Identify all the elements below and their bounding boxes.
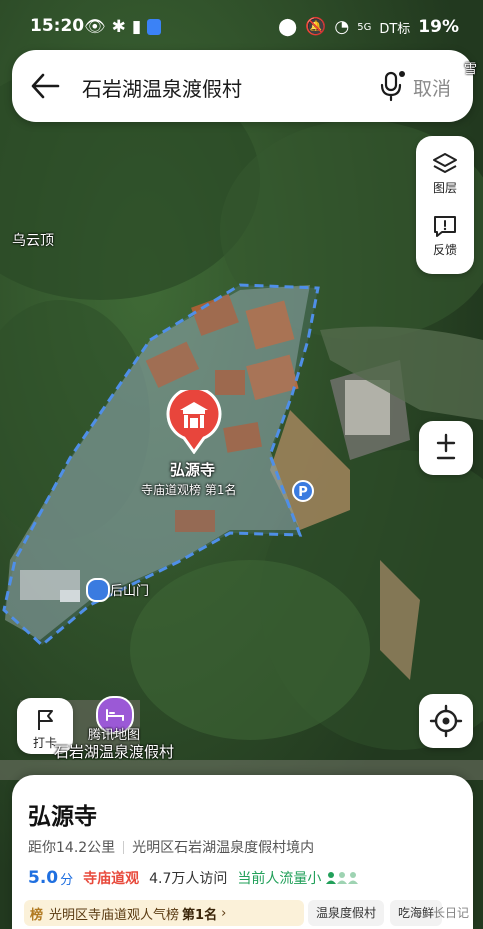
mute-icon: 🔕 [305, 17, 327, 37]
crosshair-icon [429, 704, 463, 738]
cancel-button[interactable]: 取消 [413, 74, 451, 101]
layers-button[interactable]: 图层 [416, 152, 474, 196]
divider [123, 840, 125, 854]
layers-icon [433, 153, 457, 173]
back-gate-icon[interactable] [86, 578, 110, 602]
carrier-overlay: DT标 [379, 21, 411, 37]
flag-icon [38, 710, 53, 730]
poi-crowd-status: 当前人流量小 [237, 871, 322, 887]
poi-stats-row: 5.0 分 寺庙道观 4.7万人访问 当前人流量小 [28, 868, 359, 888]
poi-distance: 距你14.2公里 [28, 840, 116, 856]
bluetooth-icon: ✱ [111, 17, 126, 37]
poi-visits: 4.7万人访问 [149, 871, 228, 887]
feedback-button[interactable]: 反馈 [416, 214, 474, 258]
poi-score: 5.0 [28, 868, 59, 888]
ranking-text: 光明区寺庙道观人气榜 [49, 907, 180, 923]
battery-level: 19% [418, 17, 459, 37]
tag-list: 温泉度假村 吃海鲜 [308, 900, 443, 926]
temple-marker-icon [166, 386, 222, 455]
back-arrow-icon[interactable] [30, 72, 60, 100]
tag-chip[interactable]: 温泉度假村 [308, 900, 385, 926]
map-label-houshanmen[interactable]: 后山门 [110, 580, 149, 599]
ranking-position: 第1名 [182, 907, 218, 923]
status-time: 15:20 [30, 16, 85, 36]
location-icon: ⬤ [278, 17, 298, 37]
map-tools-panel: 图层 反馈 [416, 136, 474, 274]
microphone-icon[interactable] [378, 70, 406, 102]
status-bar: 15:20 👁 ✱ ▮ ⬤ 🔕 ◔ 5G DT标 19% [0, 14, 483, 42]
pin-rank: 寺庙道观榜 第1名 [141, 483, 237, 497]
svg-text:P: P [298, 485, 308, 500]
feedback-label: 反馈 [432, 243, 457, 257]
search-query[interactable]: 石岩湖温泉渡假村 [82, 73, 242, 102]
temple-pin[interactable] [166, 386, 222, 455]
wifi-icon: ◔ [334, 17, 350, 37]
locate-me-button[interactable] [419, 694, 473, 748]
poi-detail-card[interactable]: 弘源寺 距你14.2公里 光明区石岩湖温泉度假村境内 5.0 分 寺庙道观 4.… [12, 775, 473, 929]
plus-minus-icon [436, 433, 456, 460]
ranking-badge: 榜 [30, 907, 44, 923]
poi-location: 光明区石岩湖温泉度假村境内 [132, 840, 315, 856]
eye-icon: 👁 [84, 17, 106, 37]
zoom-button[interactable] [419, 421, 473, 475]
poi-category[interactable]: 寺庙道观 [83, 868, 139, 888]
feedback-icon [434, 216, 456, 237]
network-type: 5G [357, 21, 372, 33]
layers-label: 图层 [432, 181, 457, 195]
search-bar[interactable]: 石岩湖温泉渡假村 取消 [12, 50, 473, 122]
chevron-right-icon: › [221, 905, 227, 921]
crowd-icon [326, 872, 359, 884]
map-label-resort[interactable]: 石岩湖温泉渡假村 [54, 741, 174, 762]
battery-alert-icon: ▮ [131, 17, 142, 37]
map-label-corner: 雪 [464, 62, 478, 77]
watermark: 长日记 [432, 906, 469, 920]
poi-title: 弘源寺 [28, 804, 97, 830]
map-label-wuyunding[interactable]: 乌云顶 [12, 230, 54, 250]
pin-title[interactable]: 弘源寺 [170, 459, 215, 480]
ranking-banner[interactable]: 榜 光明区寺庙道观人气榜 第1名 › [24, 900, 304, 926]
app-notification-icon [147, 19, 162, 35]
poi-distance-row: 距你14.2公里 光明区石岩湖温泉度假村境内 [28, 837, 314, 857]
poi-score-unit: 分 [60, 872, 74, 888]
